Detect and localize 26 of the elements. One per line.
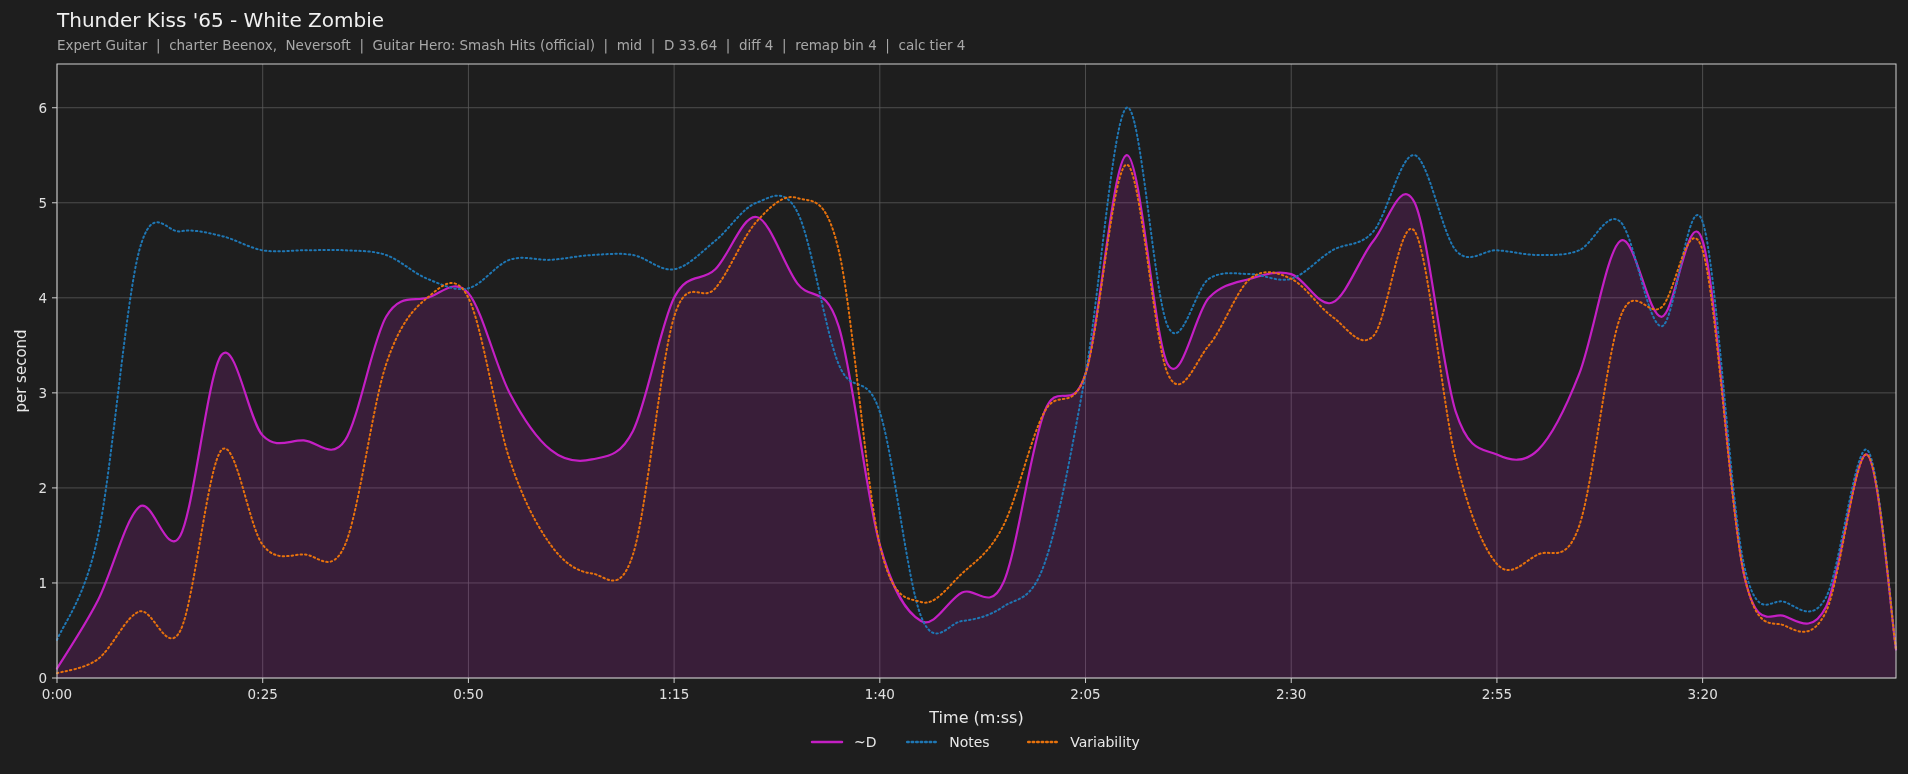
axis-tick-label: 0:50 [453, 686, 484, 702]
legend-swatch [810, 740, 844, 744]
chart-subtitle: Expert Guitar | charter Beenox, Neversoft | Guitar Hero: Smash Hits (official) | mid | D 33.64 | diff 4 | remap bin 4 | calc tier 4 [57, 36, 966, 54]
y-axis-label: per second [12, 329, 30, 413]
axis-tick-label: 3 [38, 384, 47, 401]
axis-tick-label: 4 [38, 289, 47, 306]
axis-tick-label: 5 [38, 194, 47, 211]
axis-tick-label: 6 [38, 99, 47, 116]
axis-tick-label: 3:20 [1687, 686, 1718, 702]
legend-label: Variability [1070, 734, 1140, 750]
chart-title: Thunder Kiss '65 - White Zombie [57, 7, 385, 33]
legend-swatch [905, 740, 939, 744]
axis-tick-label: 0:00 [41, 686, 73, 702]
axis-tick-label: 2:30 [1276, 686, 1307, 702]
legend-swatch [1026, 740, 1060, 744]
axis-tick-label: 2 [38, 479, 47, 496]
axis-tick-label: 2:05 [1070, 686, 1101, 702]
axis-tick-label: 1 [38, 574, 47, 591]
axis-tick-label: 0 [38, 670, 47, 686]
axis-tick-label: 1:15 [658, 686, 690, 702]
legend-label: ~D [854, 734, 877, 750]
axis-tick-label: 0:25 [247, 686, 278, 702]
axis-tick-label: 1:40 [864, 686, 895, 702]
x-axis-label: Time (m:ss) [929, 708, 1024, 727]
legend-label: Notes [949, 734, 990, 750]
axis-tick-label: 2:55 [1481, 686, 1513, 702]
